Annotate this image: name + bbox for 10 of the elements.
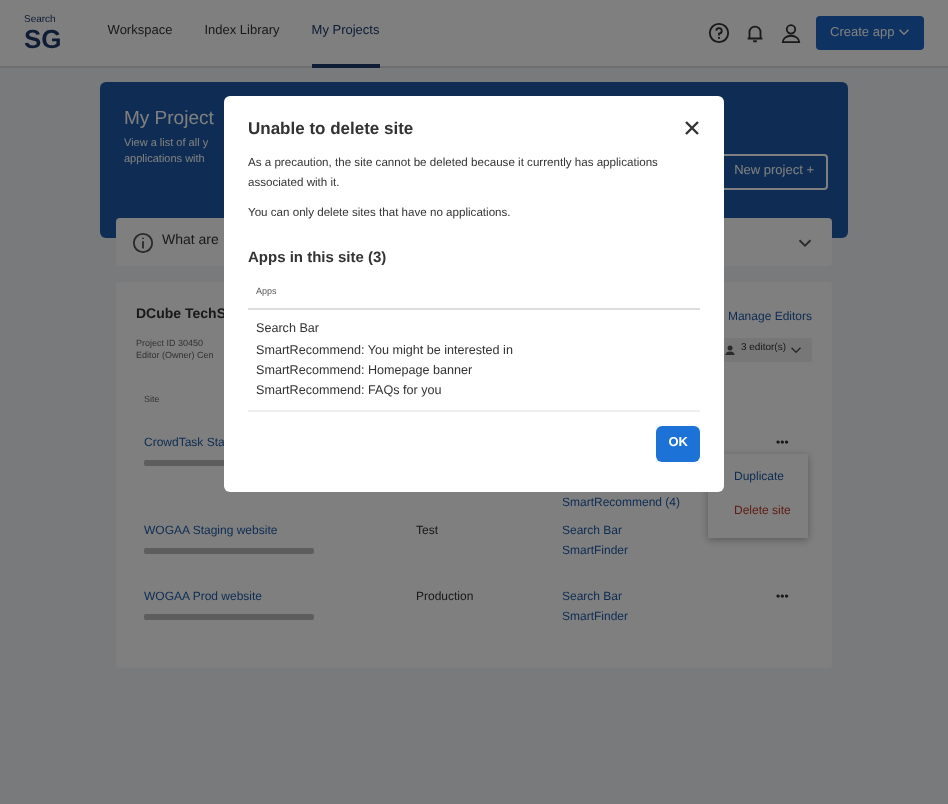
caret-icon [790, 343, 802, 356]
close-icon[interactable] [684, 120, 700, 137]
help-icon[interactable] [708, 22, 731, 44]
bell-icon[interactable] [744, 22, 767, 44]
user-icon[interactable] [780, 22, 803, 44]
page-title: My Project [124, 110, 214, 129]
info-icon [132, 231, 154, 253]
user-icon [724, 343, 737, 356]
dialog-title: Unable to delete site [248, 116, 414, 142]
caret-icon [898, 25, 910, 38]
